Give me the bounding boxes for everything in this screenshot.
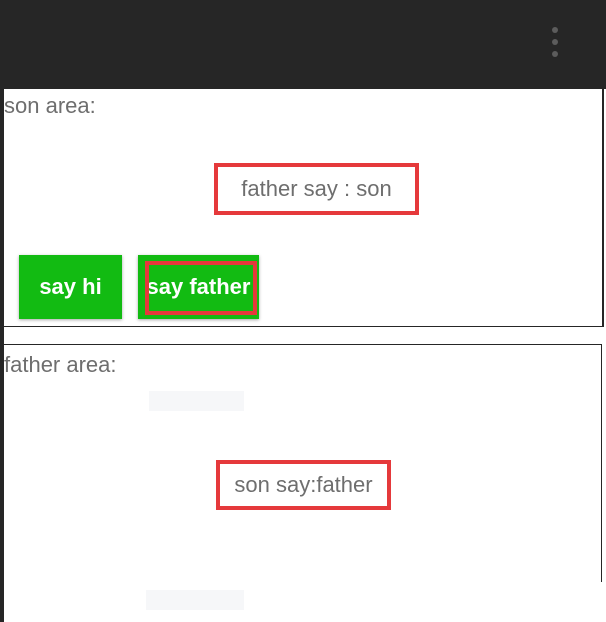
- father-area-label: father area:: [4, 352, 117, 377]
- more-vertical-icon[interactable]: [545, 27, 565, 57]
- say-father-button[interactable]: say father: [138, 255, 259, 319]
- overflow-dot: [552, 27, 558, 33]
- placeholder-bar: [149, 391, 244, 411]
- son-message-text: father say : son: [241, 176, 392, 201]
- overflow-dot: [552, 39, 558, 45]
- son-message-box: father say : son: [214, 163, 419, 215]
- father-message-text: son say:father: [234, 472, 373, 497]
- overflow-dot: [552, 51, 558, 57]
- bottom-strip: [4, 582, 606, 622]
- son-area-divider: [4, 326, 602, 327]
- app-toolbar: [0, 0, 606, 89]
- son-area: son area: father say : son say hi say fa…: [4, 89, 604, 327]
- father-message-box: son say:father: [216, 460, 391, 510]
- son-area-label: son area:: [4, 93, 96, 118]
- placeholder-bar: [146, 590, 244, 610]
- say-hi-button[interactable]: say hi: [19, 255, 122, 319]
- app-screen: son area: father say : son say hi say fa…: [0, 0, 606, 622]
- father-area: father area: son say:father: [4, 344, 602, 583]
